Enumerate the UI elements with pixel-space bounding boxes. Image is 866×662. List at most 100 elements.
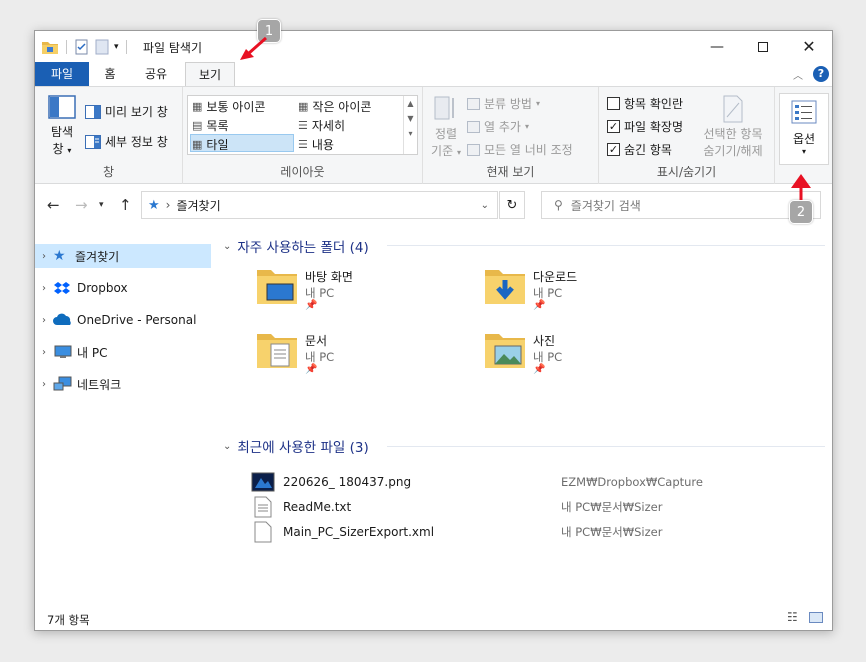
group-pane-label: 창 bbox=[102, 165, 115, 179]
navigation-pane-button[interactable]: 탐색 창 ▾ bbox=[43, 95, 81, 157]
item-count: 7개 항목 bbox=[47, 613, 90, 627]
tab-file[interactable]: 파일 bbox=[35, 62, 89, 86]
sort-icon bbox=[434, 96, 454, 120]
chevron-right-icon[interactable]: › bbox=[35, 315, 53, 326]
pin-icon: 📌 bbox=[533, 300, 546, 311]
large-icons-view-icon[interactable] bbox=[809, 612, 823, 623]
tab-view[interactable]: 보기 bbox=[185, 62, 235, 87]
close-button[interactable]: ✕ bbox=[786, 31, 832, 62]
back-button[interactable]: ← bbox=[47, 196, 60, 214]
details-view-icon[interactable]: ☷ bbox=[787, 610, 798, 624]
address-location[interactable]: 즐겨찾기 bbox=[176, 197, 220, 214]
documents-folder-icon bbox=[257, 334, 297, 368]
status-bar: 7개 항목 ☷ bbox=[35, 606, 832, 630]
frequent-folders-header[interactable]: ⌄ 자주 사용하는 폴더 (4) bbox=[223, 236, 369, 256]
chevron-down-icon: ⌄ bbox=[223, 440, 232, 452]
arrow-left-icon: ← bbox=[47, 196, 60, 214]
layout-content[interactable]: ☰ 내용 bbox=[298, 136, 334, 153]
hide-selected-button[interactable]: 선택한 항목 숨기기/해제 bbox=[695, 95, 771, 159]
maximize-button[interactable] bbox=[740, 31, 786, 62]
title-bar: ▾ 파일 탐색기 — ✕ bbox=[35, 31, 832, 62]
chevron-right-icon[interactable]: › bbox=[35, 347, 53, 358]
add-columns-button[interactable]: 열 추가 ▾ bbox=[467, 118, 529, 135]
options-label: 옵션 bbox=[792, 132, 816, 146]
address-dropdown-icon[interactable]: ⌄ bbox=[481, 200, 489, 211]
quick-access-toolbar: ▾ bbox=[41, 39, 130, 55]
computer-icon bbox=[54, 345, 72, 358]
folder-tile-documents[interactable]: 문서 내 PC 📌 bbox=[255, 328, 455, 380]
layout-small-icons[interactable]: ▦ 작은 아이콘 bbox=[298, 98, 371, 115]
sort-by-button[interactable]: 정렬 기준 ▾ bbox=[429, 95, 463, 159]
folder-tile-downloads[interactable]: 다운로드 내 PC 📌 bbox=[483, 264, 683, 316]
group-by-button[interactable]: 분류 방법 ▾ bbox=[467, 95, 540, 112]
scroll-up-icon[interactable]: ▲ bbox=[404, 99, 417, 108]
search-icon: ⚲ bbox=[554, 198, 563, 212]
chevron-right-icon[interactable]: › bbox=[35, 283, 53, 294]
window-title: 파일 탐색기 bbox=[143, 41, 203, 55]
nav-item-onedrive[interactable]: › OneDrive - Personal bbox=[35, 308, 211, 332]
tab-home[interactable]: 홈 bbox=[89, 62, 131, 86]
collapse-ribbon-icon[interactable]: ︿ bbox=[793, 67, 803, 82]
recent-locations-button[interactable]: ▾ bbox=[99, 200, 104, 210]
list-icon: ▤ bbox=[192, 119, 203, 132]
chevron-right-icon[interactable]: › bbox=[35, 379, 53, 390]
refresh-icon: ↻ bbox=[506, 197, 518, 213]
section-divider bbox=[387, 446, 825, 447]
group-show-hide-label: 표시/숨기기 bbox=[656, 165, 717, 179]
group-current-view: 정렬 기준 ▾ 분류 방법 ▾ 열 추가 ▾ 모든 열 너비 조정 현재 보기 bbox=[423, 87, 599, 184]
address-box[interactable]: ★ › 즐겨찾기 ⌄ bbox=[141, 191, 498, 219]
nav-item-network[interactable]: › 네트워크 bbox=[35, 372, 211, 396]
nav-item-this-pc[interactable]: › 내 PC bbox=[35, 340, 211, 364]
layout-details[interactable]: ☰ 자세히 bbox=[298, 117, 345, 134]
minimize-button[interactable]: — bbox=[694, 31, 740, 62]
file-explorer-window: ▾ 파일 탐색기 — ✕ 파일 홈 공유 보기 ︿ ? 탐색 창 ▾ 미리 보기… bbox=[34, 30, 833, 631]
search-box[interactable]: ⚲ 즐겨찾기 검색 bbox=[541, 191, 821, 219]
layout-medium-icons[interactable]: ▦ 보통 아이콘 bbox=[192, 98, 265, 115]
properties-icon[interactable] bbox=[74, 39, 90, 55]
refresh-button[interactable]: ↻ bbox=[499, 191, 525, 219]
recent-file-row[interactable]: 220626_ 180437.png EZM₩Dropbox₩Capture bbox=[245, 470, 825, 494]
details-pane-button[interactable]: 세부 정보 창 bbox=[85, 133, 168, 150]
checkbox-unchecked-icon bbox=[607, 97, 620, 110]
preview-pane-button[interactable]: 미리 보기 창 bbox=[85, 103, 168, 120]
help-icon[interactable]: ? bbox=[813, 66, 829, 82]
forward-button[interactable]: → bbox=[75, 196, 88, 214]
options-button[interactable]: 옵션 ▾ bbox=[779, 93, 829, 165]
xml-file-icon bbox=[254, 521, 272, 543]
ribbon-tabs: 파일 홈 공유 보기 ︿ ? bbox=[35, 62, 832, 87]
group-layout-label: 레이아웃 bbox=[280, 165, 325, 179]
folder-tile-desktop[interactable]: 바탕 화면 내 PC 📌 bbox=[255, 264, 455, 316]
recent-file-row[interactable]: Main_PC_SizerExport.xml 내 PC₩문서₩Sizer bbox=[245, 520, 825, 544]
recent-files-header[interactable]: ⌄ 최근에 사용한 파일 (3) bbox=[223, 436, 369, 456]
small-icons-icon: ▦ bbox=[298, 100, 309, 113]
group-by-icon bbox=[467, 97, 480, 110]
pin-icon: 📌 bbox=[533, 364, 546, 375]
new-folder-icon[interactable] bbox=[94, 39, 110, 55]
breadcrumb-chevron-icon: › bbox=[165, 198, 171, 212]
layout-tiles[interactable]: ▦ 타일 bbox=[192, 136, 229, 153]
navigation-pane-icon bbox=[48, 95, 76, 119]
minimize-icon: — bbox=[710, 38, 724, 55]
layout-gallery-scroll[interactable]: ▲ ▼ ▾ bbox=[403, 96, 417, 154]
folder-tile-pictures[interactable]: 사진 내 PC 📌 bbox=[483, 328, 683, 380]
onedrive-cloud-icon bbox=[53, 313, 71, 325]
item-checkboxes-toggle[interactable]: 항목 확인란 bbox=[607, 95, 683, 112]
details-icon: ☰ bbox=[298, 119, 308, 132]
file-extensions-toggle[interactable]: ✓ 파일 확장명 bbox=[607, 118, 683, 135]
annotation-arrow-2 bbox=[791, 174, 811, 200]
hidden-items-toggle[interactable]: ✓ 숨긴 항목 bbox=[607, 141, 672, 158]
recent-file-row[interactable]: ReadMe.txt 내 PC₩문서₩Sizer bbox=[245, 495, 825, 519]
expand-gallery-icon[interactable]: ▾ bbox=[404, 129, 417, 138]
customize-qat-icon[interactable]: ▾ bbox=[114, 42, 119, 52]
annotation-arrow-1 bbox=[240, 36, 267, 60]
nav-item-quick-access[interactable]: › ★ 즐겨찾기 bbox=[35, 244, 211, 268]
scroll-down-icon[interactable]: ▼ bbox=[404, 114, 417, 123]
chevron-right-icon[interactable]: › bbox=[35, 251, 53, 262]
nav-item-dropbox[interactable]: › Dropbox bbox=[35, 276, 211, 300]
tab-share[interactable]: 공유 bbox=[131, 62, 181, 86]
fit-columns-button[interactable]: 모든 열 너비 조정 bbox=[467, 141, 573, 158]
sort-by-label-2: 기준 ▾ bbox=[431, 144, 461, 158]
layout-list[interactable]: ▤ 목록 bbox=[192, 117, 229, 134]
navigation-pane: › ★ 즐겨찾기 › Dropbox › OneDrive - Personal… bbox=[35, 224, 213, 606]
up-button[interactable]: ↑ bbox=[119, 196, 132, 214]
